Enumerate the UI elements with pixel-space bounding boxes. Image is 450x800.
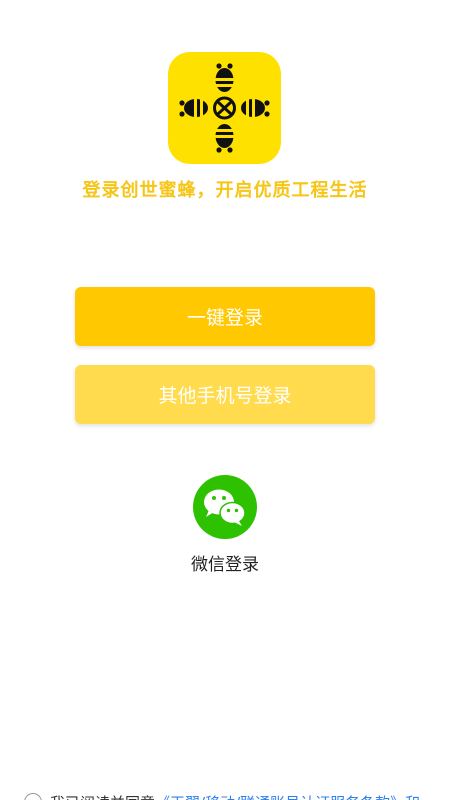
- wechat-login-button[interactable]: [193, 475, 257, 539]
- wechat-login-label: 微信登录: [191, 555, 259, 575]
- one-click-login-button[interactable]: 一键登录: [75, 287, 375, 346]
- wechat-icon: [204, 489, 246, 526]
- login-page: 登录创世蜜蜂，开启优质工程生活 一键登录 其他手机号登录 微信登录 我已阅读并同…: [0, 0, 450, 800]
- agreement-checkbox[interactable]: [24, 793, 42, 800]
- agreement-link[interactable]: 《天翼/移动/联通账号认证服务条款》和: [155, 792, 420, 800]
- agreement-row: 我已阅读并同意 《天翼/移动/联通账号认证服务条款》和: [24, 792, 450, 800]
- bee-icon: [179, 63, 270, 153]
- app-logo: [168, 52, 281, 164]
- other-phone-login-button[interactable]: 其他手机号登录: [75, 365, 375, 424]
- slogan: 登录创世蜜蜂，开启优质工程生活: [82, 180, 368, 201]
- agreement-text: 我已阅读并同意: [50, 792, 155, 800]
